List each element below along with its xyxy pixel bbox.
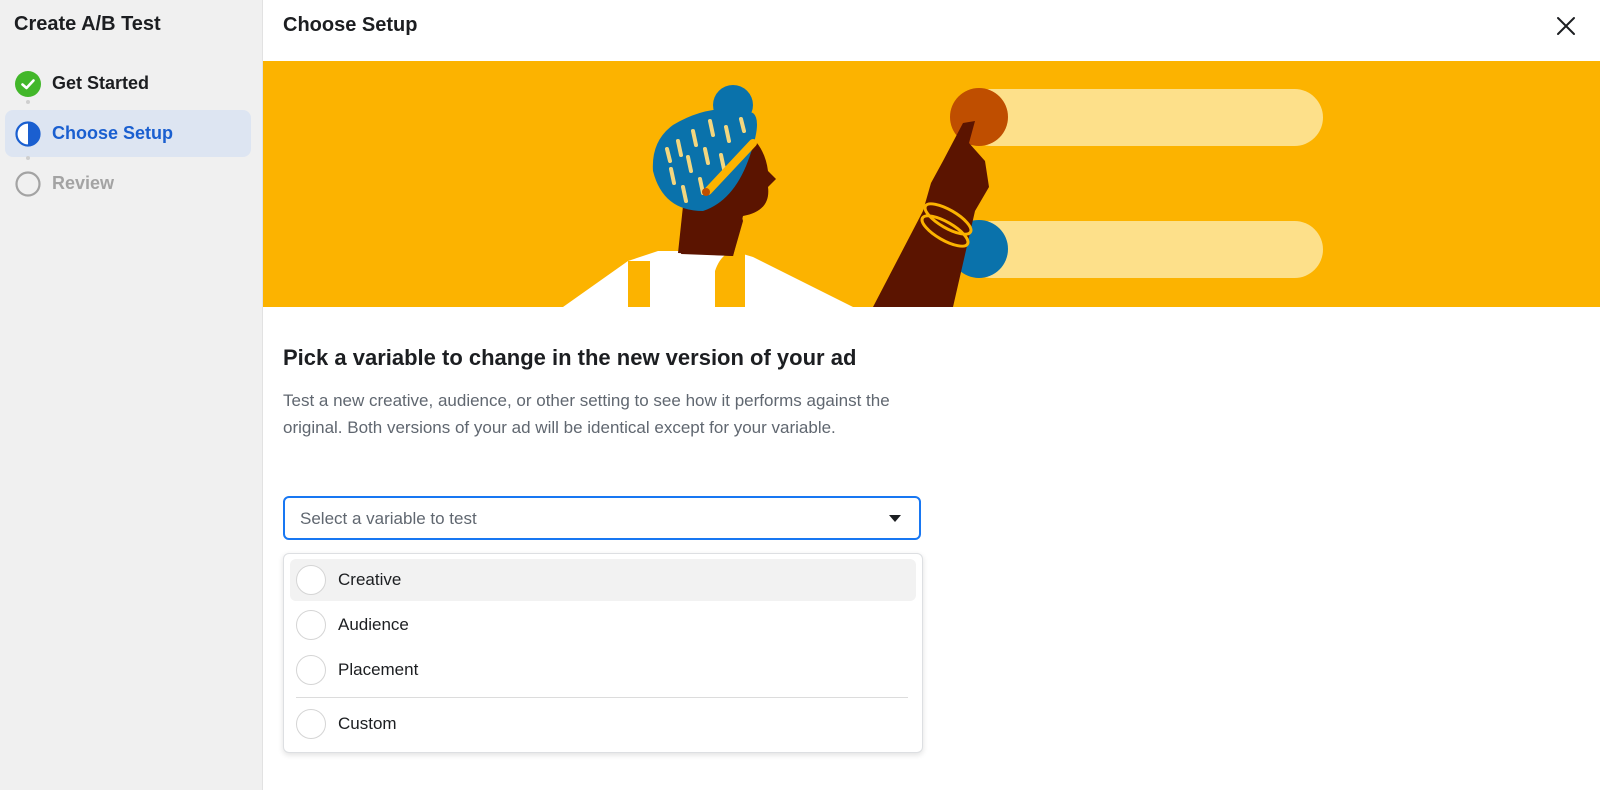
banner-illustration	[263, 61, 1600, 307]
step-review[interactable]: Review	[5, 160, 251, 207]
step-label: Choose Setup	[52, 123, 174, 143]
arm	[873, 121, 989, 307]
step-choose-setup[interactable]: Choose Setup	[5, 110, 251, 157]
sidebar-title: Create A/B Test	[14, 13, 161, 35]
page-title: Choose Setup	[283, 14, 418, 36]
step-get-started[interactable]: Get Started	[5, 60, 251, 107]
option-label: Audience	[338, 615, 409, 634]
half-circle-icon	[15, 121, 41, 147]
empty-circle-icon	[15, 171, 41, 197]
option-audience[interactable]: Audience	[290, 604, 916, 646]
option-label: Creative	[338, 570, 402, 589]
variable-dropdown-menu: Creative Audience Placement Custom	[283, 553, 923, 753]
radio-icon[interactable]	[296, 655, 326, 685]
check-circle-icon	[15, 71, 41, 97]
option-placement[interactable]: Placement	[290, 649, 916, 691]
step-label: Review	[52, 173, 115, 193]
caret-down-icon	[889, 515, 901, 522]
option-custom[interactable]: Custom	[290, 703, 916, 745]
option-label: Placement	[338, 660, 419, 679]
option-creative[interactable]: Creative	[290, 559, 916, 601]
content-section: Pick a variable to change in the new ver…	[283, 345, 923, 441]
variable-select[interactable]: Select a variable to test	[283, 496, 921, 540]
select-placeholder: Select a variable to test	[300, 509, 477, 528]
sidebar: Create A/B Test Get Started Choose Setup…	[0, 0, 263, 790]
step-connector	[26, 100, 30, 110]
section-description: Test a new creative, audience, or other …	[283, 391, 890, 437]
radio-icon[interactable]	[296, 709, 326, 739]
option-label: Custom	[338, 714, 397, 733]
toggle-pill-bottom	[963, 221, 1323, 278]
menu-divider	[296, 697, 908, 698]
shirt	[563, 251, 853, 307]
close-icon[interactable]	[1554, 14, 1578, 38]
illustration	[563, 85, 1323, 307]
section-heading: Pick a variable to change in the new ver…	[283, 345, 857, 370]
radio-icon[interactable]	[296, 565, 326, 595]
step-label: Get Started	[52, 73, 150, 93]
radio-icon[interactable]	[296, 610, 326, 640]
main-panel: Choose Setup Pick a variable to change i…	[263, 0, 1600, 790]
toggle-pill-top	[963, 89, 1323, 146]
